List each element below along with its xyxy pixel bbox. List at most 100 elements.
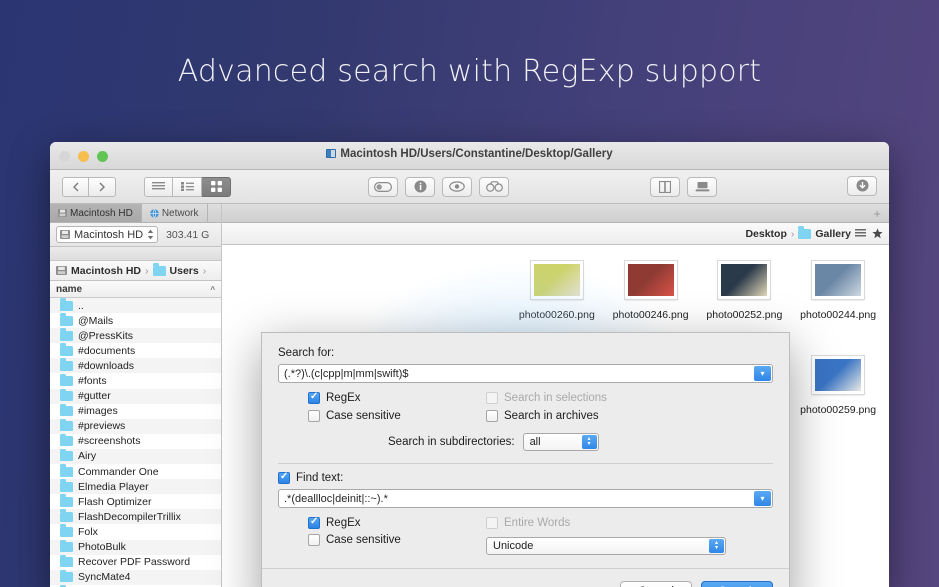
- list-item[interactable]: #screenshots: [50, 433, 221, 449]
- list-item[interactable]: @PressKits: [50, 328, 221, 344]
- list-item[interactable]: #fonts: [50, 373, 221, 389]
- plus-icon: +: [873, 205, 881, 221]
- checkbox-box: [308, 410, 320, 422]
- info-icon[interactable]: [405, 176, 435, 197]
- list-item[interactable]: @Mails: [50, 313, 221, 329]
- list-item-label: #fonts: [78, 375, 107, 388]
- folder-icon: [60, 373, 73, 387]
- file-manager-window: Macintosh HD/Users/Constantine/Desktop/G…: [50, 142, 889, 587]
- search-for-value: (.*?)\.(c|cpp|m|mm|swift)$: [284, 367, 409, 380]
- list-item[interactable]: SyncMate4: [50, 569, 221, 585]
- subdirectories-select[interactable]: all ▴ ▾: [522, 433, 599, 451]
- tab-network[interactable]: Network: [142, 204, 208, 222]
- folder-icon: [798, 226, 812, 239]
- list-item[interactable]: Elmedia Player: [50, 479, 221, 495]
- breadcrumb-item-0[interactable]: Macintosh HD: [71, 265, 141, 277]
- find-regex-checkbox[interactable]: RegEx: [308, 516, 486, 529]
- chevron-down-icon[interactable]: ▾: [754, 491, 771, 506]
- breadcrumb-separator: ›: [145, 264, 149, 277]
- thumbnail-image: [717, 260, 772, 300]
- folder-icon: [60, 403, 73, 417]
- list-item[interactable]: PhotoBulk: [50, 539, 221, 555]
- list-view-icon[interactable]: [144, 176, 173, 197]
- thumbnail-item[interactable]: photo00259.png: [791, 348, 885, 443]
- left-file-list[interactable]: .. @Mails @PressKits #documents #downloads #f…: [50, 298, 221, 587]
- list-item-label: #downloads: [78, 359, 135, 372]
- list-item[interactable]: Flash Optimizer: [50, 494, 221, 510]
- list-item[interactable]: #documents: [50, 343, 221, 359]
- navigation-buttons: [62, 176, 116, 197]
- disk-selector[interactable]: Macintosh HD: [56, 226, 159, 243]
- main-toolbar: [50, 170, 889, 204]
- stepper-icon[interactable]: ▴ ▾: [581, 435, 597, 449]
- search-in-archives-label: Search in archives: [504, 410, 599, 422]
- list-item[interactable]: Commander One: [50, 464, 221, 480]
- left-column-header[interactable]: name ^: [50, 281, 221, 298]
- search-dialog-body: Search for: (.*?)\.(c|cpp|m|mm|swift)$ ▾…: [262, 333, 789, 451]
- search-options-row: RegEx Case sensitive Search in selection…: [278, 391, 773, 428]
- back-button[interactable]: [62, 176, 89, 197]
- grid-view-icon[interactable]: [202, 176, 231, 197]
- cancel-button[interactable]: Cancel: [620, 581, 692, 587]
- find-text-combobox[interactable]: .*(deallloc|deinit|::~).* ▾: [278, 489, 773, 508]
- right-breadcrumb: Desktop › Gallery: [222, 223, 889, 245]
- breadcrumb-item-gallery[interactable]: Gallery: [815, 228, 851, 240]
- tab-macintosh-hd[interactable]: Macintosh HD: [50, 204, 142, 222]
- entire-words-label: Entire Words: [504, 517, 571, 529]
- search-in-archives-checkbox[interactable]: Search in archives: [486, 410, 726, 422]
- chevron-down-icon[interactable]: ▾: [754, 366, 771, 381]
- forward-button[interactable]: [89, 176, 116, 197]
- preview-eye-icon[interactable]: [442, 176, 472, 197]
- stepper-icon[interactable]: ▴ ▾: [709, 539, 724, 553]
- list-item-label: #screenshots: [78, 435, 141, 448]
- remote-connect-icon[interactable]: [687, 176, 717, 197]
- list-item[interactable]: #downloads: [50, 358, 221, 374]
- list-item[interactable]: ..: [50, 298, 221, 314]
- thumbnail-image: [811, 355, 866, 395]
- search-regex-checkbox[interactable]: RegEx: [308, 391, 486, 404]
- checkbox-box: [308, 391, 320, 404]
- list-item-label: Elmedia Player: [78, 480, 149, 493]
- list-item[interactable]: Recover PDF Password: [50, 554, 221, 570]
- list-item-label: #documents: [78, 344, 136, 357]
- thumbnail-label: photo00259.png: [800, 404, 877, 416]
- list-item[interactable]: Folx: [50, 524, 221, 540]
- list-item[interactable]: FlashDecompilerTrillix: [50, 509, 221, 525]
- detail-view-icon[interactable]: [173, 176, 202, 197]
- breadcrumb-item-desktop[interactable]: Desktop: [745, 228, 786, 240]
- thumbnail-item[interactable]: photo00244.png: [791, 253, 885, 348]
- list-item-label: #previews: [78, 420, 126, 433]
- list-item[interactable]: #images: [50, 403, 221, 419]
- list-item[interactable]: #gutter: [50, 388, 221, 404]
- search-button[interactable]: Search: [701, 581, 773, 587]
- list-item[interactable]: Airy: [50, 448, 221, 465]
- list-item-label: Folx: [78, 525, 98, 538]
- toggle-switch-icon[interactable]: [368, 176, 398, 197]
- search-for-combobox[interactable]: (.*?)\.(c|cpp|m|mm|swift)$ ▾: [278, 364, 773, 383]
- toolbar-far-right: [847, 175, 877, 198]
- encoding-select[interactable]: Unicode ▴ ▾: [486, 537, 726, 555]
- breadcrumb-separator: ›: [790, 227, 795, 240]
- list-item-label: @PressKits: [78, 329, 134, 342]
- download-icon[interactable]: [847, 175, 877, 196]
- disk-icon: [58, 209, 67, 217]
- find-text-checkbox[interactable]: Find text:: [278, 471, 773, 484]
- search-in-selections-checkbox: Search in selections: [486, 392, 726, 404]
- add-tab-button[interactable]: +: [865, 204, 889, 222]
- toolbar-right-buttons: [650, 176, 717, 197]
- subdirectories-value: all: [529, 436, 541, 448]
- find-case-sensitive-checkbox[interactable]: Case sensitive: [308, 534, 486, 546]
- folder-icon: [60, 524, 73, 537]
- checkbox-box: [486, 410, 498, 422]
- globe-icon: [150, 208, 159, 218]
- find-options-left: RegEx Case sensitive: [278, 516, 486, 555]
- breadcrumb-item-1[interactable]: Users: [170, 265, 199, 277]
- list-item[interactable]: #previews: [50, 418, 221, 434]
- search-case-sensitive-checkbox[interactable]: Case sensitive: [308, 410, 486, 422]
- find-options-row: RegEx Case sensitive Entire Words Unicod…: [278, 516, 773, 555]
- split-view-icon[interactable]: [650, 176, 680, 197]
- folder-icon: [60, 418, 73, 432]
- search-binoculars-icon[interactable]: [479, 176, 509, 197]
- folder-icon: [60, 569, 73, 583]
- folder-icon: [60, 388, 73, 402]
